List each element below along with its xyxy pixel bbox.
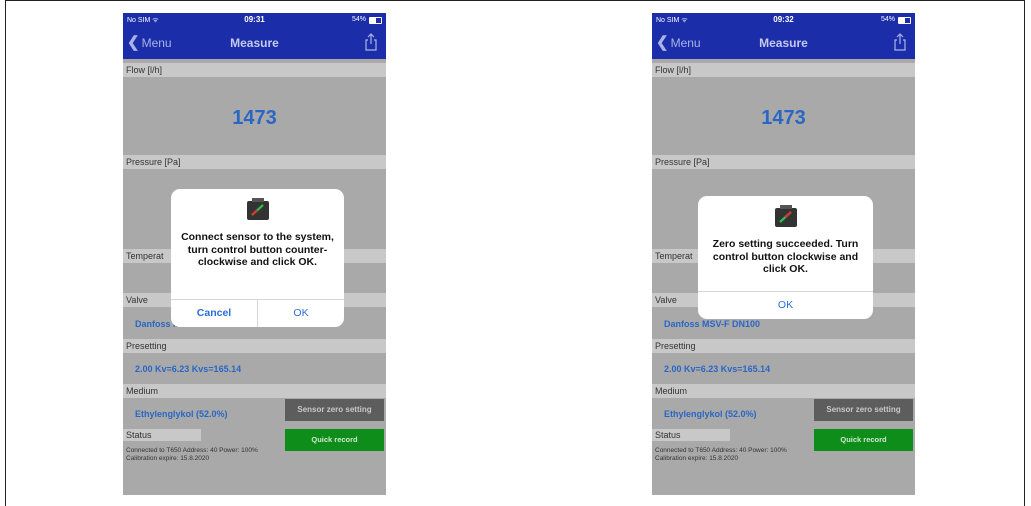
battery-icon — [369, 17, 382, 24]
page-title: Measure — [759, 36, 808, 50]
status-label: Status — [652, 429, 730, 441]
presetting-value[interactable]: 2.00 Kv=6.23 Kvs=165.14 — [664, 364, 770, 374]
presetting-label: Presetting — [123, 339, 386, 353]
presetting-label: Presetting — [652, 339, 915, 353]
status-text: Connected to T650 Address: 40 Power: 100… — [126, 447, 258, 462]
medium-value[interactable]: Ethylenglykol (52.0%) — [135, 409, 228, 419]
ok-button[interactable]: OK — [698, 292, 873, 319]
ok-button[interactable]: OK — [258, 300, 344, 327]
phone-screen-left: No SIM ᯤ 09:31 54% ❮ Menu Measure Flow [… — [123, 13, 386, 495]
dialog-buttons: OK — [698, 291, 873, 319]
clock: 09:32 — [773, 15, 794, 24]
quick-record-button[interactable]: Quick record — [814, 429, 913, 451]
battery-percent: 54% — [351, 16, 366, 23]
status-label: Status — [123, 429, 201, 441]
nav-bar: ❮ Menu Measure — [123, 27, 386, 59]
alert-dialog: Zero setting succeeded. Turn control but… — [698, 196, 873, 319]
dialog-message: Zero setting succeeded. Turn control but… — [712, 238, 859, 275]
sensor-device-icon — [774, 205, 797, 227]
presetting-value[interactable]: 2.00 Kv=6.23 Kvs=165.14 — [135, 364, 241, 374]
dialog-buttons: Cancel OK — [171, 299, 344, 327]
quick-record-button[interactable]: Quick record — [285, 429, 384, 451]
medium-label: Medium — [652, 384, 915, 398]
sensor-zero-setting-button[interactable]: Sensor zero setting — [285, 399, 384, 421]
status-bar: No SIM ᯤ 09:31 54% — [123, 13, 386, 27]
frame-line-left — [5, 0, 6, 506]
nav-bar: ❮ Menu Measure — [652, 27, 915, 59]
battery-percent: 54% — [880, 16, 895, 23]
status-text: Connected to T650 Address: 40 Power: 100… — [655, 447, 787, 462]
flow-value: 1473 — [232, 107, 277, 129]
pressure-label: Pressure [Pa] — [652, 155, 915, 169]
flow-label: Flow [l/h] — [123, 63, 386, 77]
valve-value[interactable]: Danfoss MSV-F DN100 — [664, 319, 760, 329]
medium-label: Medium — [123, 384, 386, 398]
status-bar: No SIM ᯤ 09:32 54% — [652, 13, 915, 27]
sensor-zero-setting-button[interactable]: Sensor zero setting — [814, 399, 913, 421]
alert-dialog: Connect sensor to the system, turn contr… — [171, 189, 344, 327]
phone-screen-right: No SIM ᯤ 09:32 54% ❮ Menu Measure Flow [… — [652, 13, 915, 495]
battery-icon — [898, 17, 911, 24]
sensor-device-icon — [246, 198, 269, 220]
share-icon[interactable] — [364, 33, 378, 51]
clock: 09:31 — [244, 15, 265, 24]
flow-value: 1473 — [761, 107, 806, 129]
cancel-button[interactable]: Cancel — [171, 300, 257, 327]
dialog-message: Connect sensor to the system, turn contr… — [181, 231, 334, 268]
frame-line-right — [1024, 0, 1025, 506]
page-title: Measure — [230, 36, 279, 50]
pressure-label: Pressure [Pa] — [123, 155, 386, 169]
frame-line-top — [5, 0, 1025, 1]
flow-label: Flow [l/h] — [652, 63, 915, 77]
share-icon[interactable] — [893, 33, 907, 51]
medium-value[interactable]: Ethylenglykol (52.0%) — [664, 409, 757, 419]
